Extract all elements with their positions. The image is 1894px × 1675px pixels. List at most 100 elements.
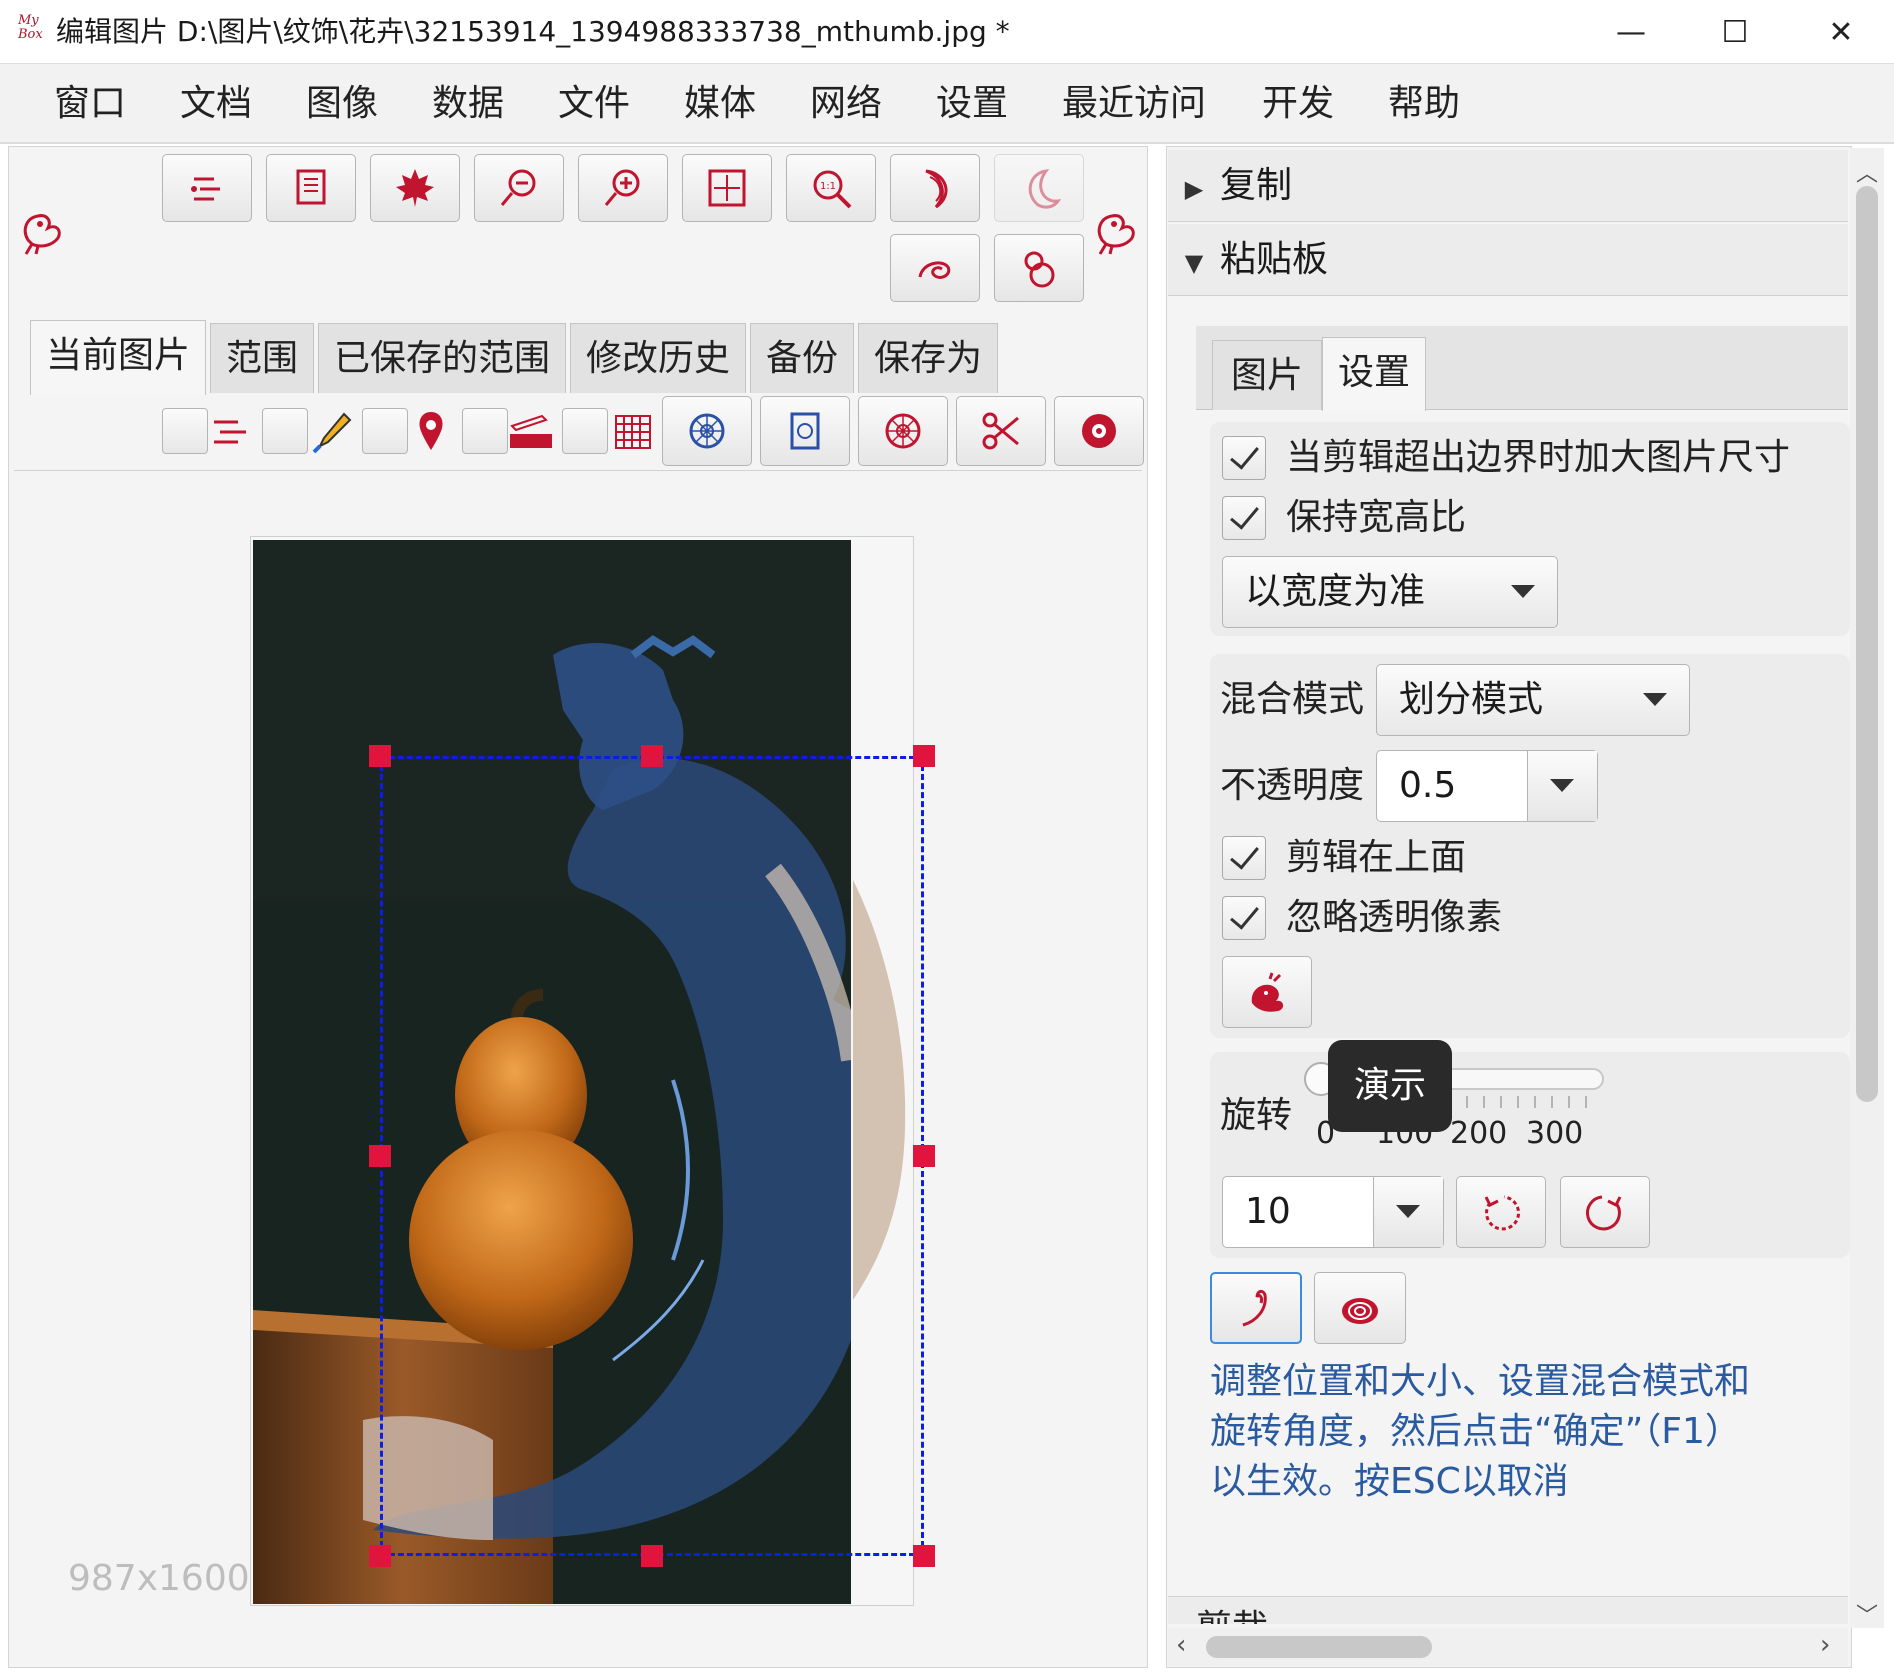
toggle-checkbox-2[interactable] xyxy=(262,408,308,454)
toggle-checkbox-5[interactable] xyxy=(562,408,608,454)
maple-leaf-button[interactable] xyxy=(370,154,460,222)
rotate-label: 旋转 xyxy=(1220,1095,1293,1136)
opacity-label: 不透明度 xyxy=(1220,765,1365,806)
chevron-down-icon[interactable] xyxy=(1373,1177,1443,1247)
lines-icon xyxy=(208,408,254,454)
blend-mode-select[interactable]: 划分模式 xyxy=(1376,664,1690,736)
opacity-value: 0.5 xyxy=(1399,765,1457,806)
toggle-checkbox-4[interactable] xyxy=(462,408,508,454)
right-vertical-scrollbar-thumb[interactable] xyxy=(1856,186,1878,1102)
maximize-button[interactable]: ☐ xyxy=(1700,6,1770,58)
tick-300: 300 xyxy=(1526,1116,1584,1151)
minimize-button[interactable]: — xyxy=(1596,6,1666,58)
menu-file[interactable]: 文件 xyxy=(558,82,630,126)
clip-on-top-checkbox[interactable] xyxy=(1222,836,1266,880)
phoenix-icon-left xyxy=(18,200,66,256)
image-dimensions-label: 987x1600 xyxy=(68,1558,250,1599)
resize-handle-top-right[interactable] xyxy=(913,745,935,767)
menu-window[interactable]: 窗口 xyxy=(54,82,126,126)
demo-button[interactable] xyxy=(1222,956,1312,1028)
fit-window-button[interactable] xyxy=(682,154,772,222)
menu-data[interactable]: 数据 xyxy=(432,82,504,126)
menu-recent[interactable]: 最近访问 xyxy=(1062,82,1206,126)
moon-button[interactable] xyxy=(994,154,1084,222)
ok-button[interactable] xyxy=(1210,1272,1302,1344)
keep-ratio-label: 保持宽高比 xyxy=(1286,497,1467,538)
scroll-up-icon[interactable]: ︿ xyxy=(1856,156,1878,188)
opacity-combo[interactable]: 0.5 xyxy=(1376,750,1598,822)
enlarge-checkbox[interactable] xyxy=(1222,436,1266,480)
menu-lines-button[interactable] xyxy=(162,154,252,222)
chevron-down-icon[interactable] xyxy=(1527,751,1597,821)
menu-media[interactable]: 媒体 xyxy=(684,82,756,126)
cancel-button[interactable] xyxy=(1314,1272,1406,1344)
clip-on-top-label: 剪辑在上面 xyxy=(1286,837,1467,878)
scroll-down-icon[interactable]: ﹀ xyxy=(1856,1598,1878,1630)
menu-settings[interactable]: 设置 xyxy=(936,82,1008,126)
ratio-base-select[interactable]: 以宽度为准 xyxy=(1222,556,1558,628)
right-horizontal-scrollbar-thumb[interactable] xyxy=(1206,1636,1432,1658)
menu-document[interactable]: 文档 xyxy=(180,82,252,126)
chrysanthemum-button[interactable] xyxy=(1054,396,1144,466)
resize-handle-right[interactable] xyxy=(913,1145,935,1167)
zoom-in-button[interactable] xyxy=(578,154,668,222)
scroll-left-icon[interactable]: ‹ xyxy=(1176,1630,1186,1660)
ignore-transparent-checkbox[interactable] xyxy=(1222,896,1266,940)
actual-size-button[interactable]: 1:1 xyxy=(786,154,876,222)
crescent-icon xyxy=(925,169,948,209)
pattern-red-button[interactable] xyxy=(858,396,948,466)
zoom-out-button[interactable] xyxy=(474,154,564,222)
chrysanthemum-icon xyxy=(1082,414,1116,448)
section-cut-partial[interactable]: 剪裁 xyxy=(1168,1596,1848,1624)
swirl-button[interactable] xyxy=(890,234,980,302)
blend-mode-label: 混合模式 xyxy=(1220,679,1365,720)
pattern-blue-button[interactable] xyxy=(662,396,752,466)
menu-bar: 窗口 文档 图像 数据 文件 媒体 网络 设置 最近访问 开发 帮助 xyxy=(0,64,1894,144)
resize-handle-bottom[interactable] xyxy=(641,1545,663,1567)
keep-ratio-checkbox[interactable] xyxy=(1222,496,1266,540)
menu-network[interactable]: 网络 xyxy=(810,82,882,126)
collapsed-arrow-icon: ▶ xyxy=(1184,175,1204,203)
menu-image[interactable]: 图像 xyxy=(306,82,378,126)
menu-lines-icon xyxy=(191,177,220,201)
hint-line-3: 以生效。按ESC以取消 xyxy=(1210,1461,1569,1502)
tab-scope[interactable]: 范围 xyxy=(210,323,314,393)
window-title: 编辑图片 D:\图片\纹饰\花卉\32153914_1394988333738_… xyxy=(56,15,1010,48)
clip-selection-box[interactable] xyxy=(380,756,924,1556)
section-clipboard[interactable]: ▼ 粘贴板 xyxy=(1168,224,1848,296)
tab-backup[interactable]: 备份 xyxy=(750,323,854,393)
scissors-button[interactable] xyxy=(956,396,1046,466)
tab-history[interactable]: 修改历史 xyxy=(570,323,746,393)
actual-size-icon: 1:1 xyxy=(813,170,852,209)
rotate-left-button[interactable] xyxy=(1456,1176,1546,1248)
zoom-out-icon xyxy=(500,169,536,206)
rotate-left-icon xyxy=(1484,1195,1521,1231)
rotate-right-icon xyxy=(1585,1195,1622,1231)
tab-save-as[interactable]: 保存为 xyxy=(858,323,998,393)
blend-mode-value: 划分模式 xyxy=(1399,679,1544,720)
close-button[interactable]: ✕ xyxy=(1806,6,1876,58)
gourd-button[interactable] xyxy=(994,234,1084,302)
resize-handle-bottom-left[interactable] xyxy=(369,1545,391,1567)
toggle-checkbox-1[interactable] xyxy=(162,408,208,454)
resize-handle-top-left[interactable] xyxy=(369,745,391,767)
section-copy[interactable]: ▶ 复制 xyxy=(1168,150,1848,222)
tab-current-image[interactable]: 当前图片 xyxy=(30,320,206,395)
toggle-checkbox-3[interactable] xyxy=(362,408,408,454)
tab-clip-settings[interactable]: 设置 xyxy=(1322,337,1426,411)
document-button[interactable] xyxy=(266,154,356,222)
location-pin-icon xyxy=(408,408,454,454)
rotate-right-button[interactable] xyxy=(1560,1176,1650,1248)
scroll-right-icon[interactable]: › xyxy=(1820,1630,1830,1660)
tab-clip-image[interactable]: 图片 xyxy=(1212,340,1322,410)
menu-help[interactable]: 帮助 xyxy=(1388,82,1460,126)
tab-saved-scopes[interactable]: 已保存的范围 xyxy=(318,323,566,393)
app-logo: My Box xyxy=(18,13,43,42)
resize-handle-top[interactable] xyxy=(641,745,663,767)
pattern-square-button[interactable] xyxy=(760,396,850,466)
menu-develop[interactable]: 开发 xyxy=(1262,82,1334,126)
rotate-angle-combo[interactable]: 10 xyxy=(1222,1176,1444,1248)
resize-handle-left[interactable] xyxy=(369,1145,391,1167)
crescent-button[interactable] xyxy=(890,154,980,222)
resize-handle-bottom-right[interactable] xyxy=(913,1545,935,1567)
